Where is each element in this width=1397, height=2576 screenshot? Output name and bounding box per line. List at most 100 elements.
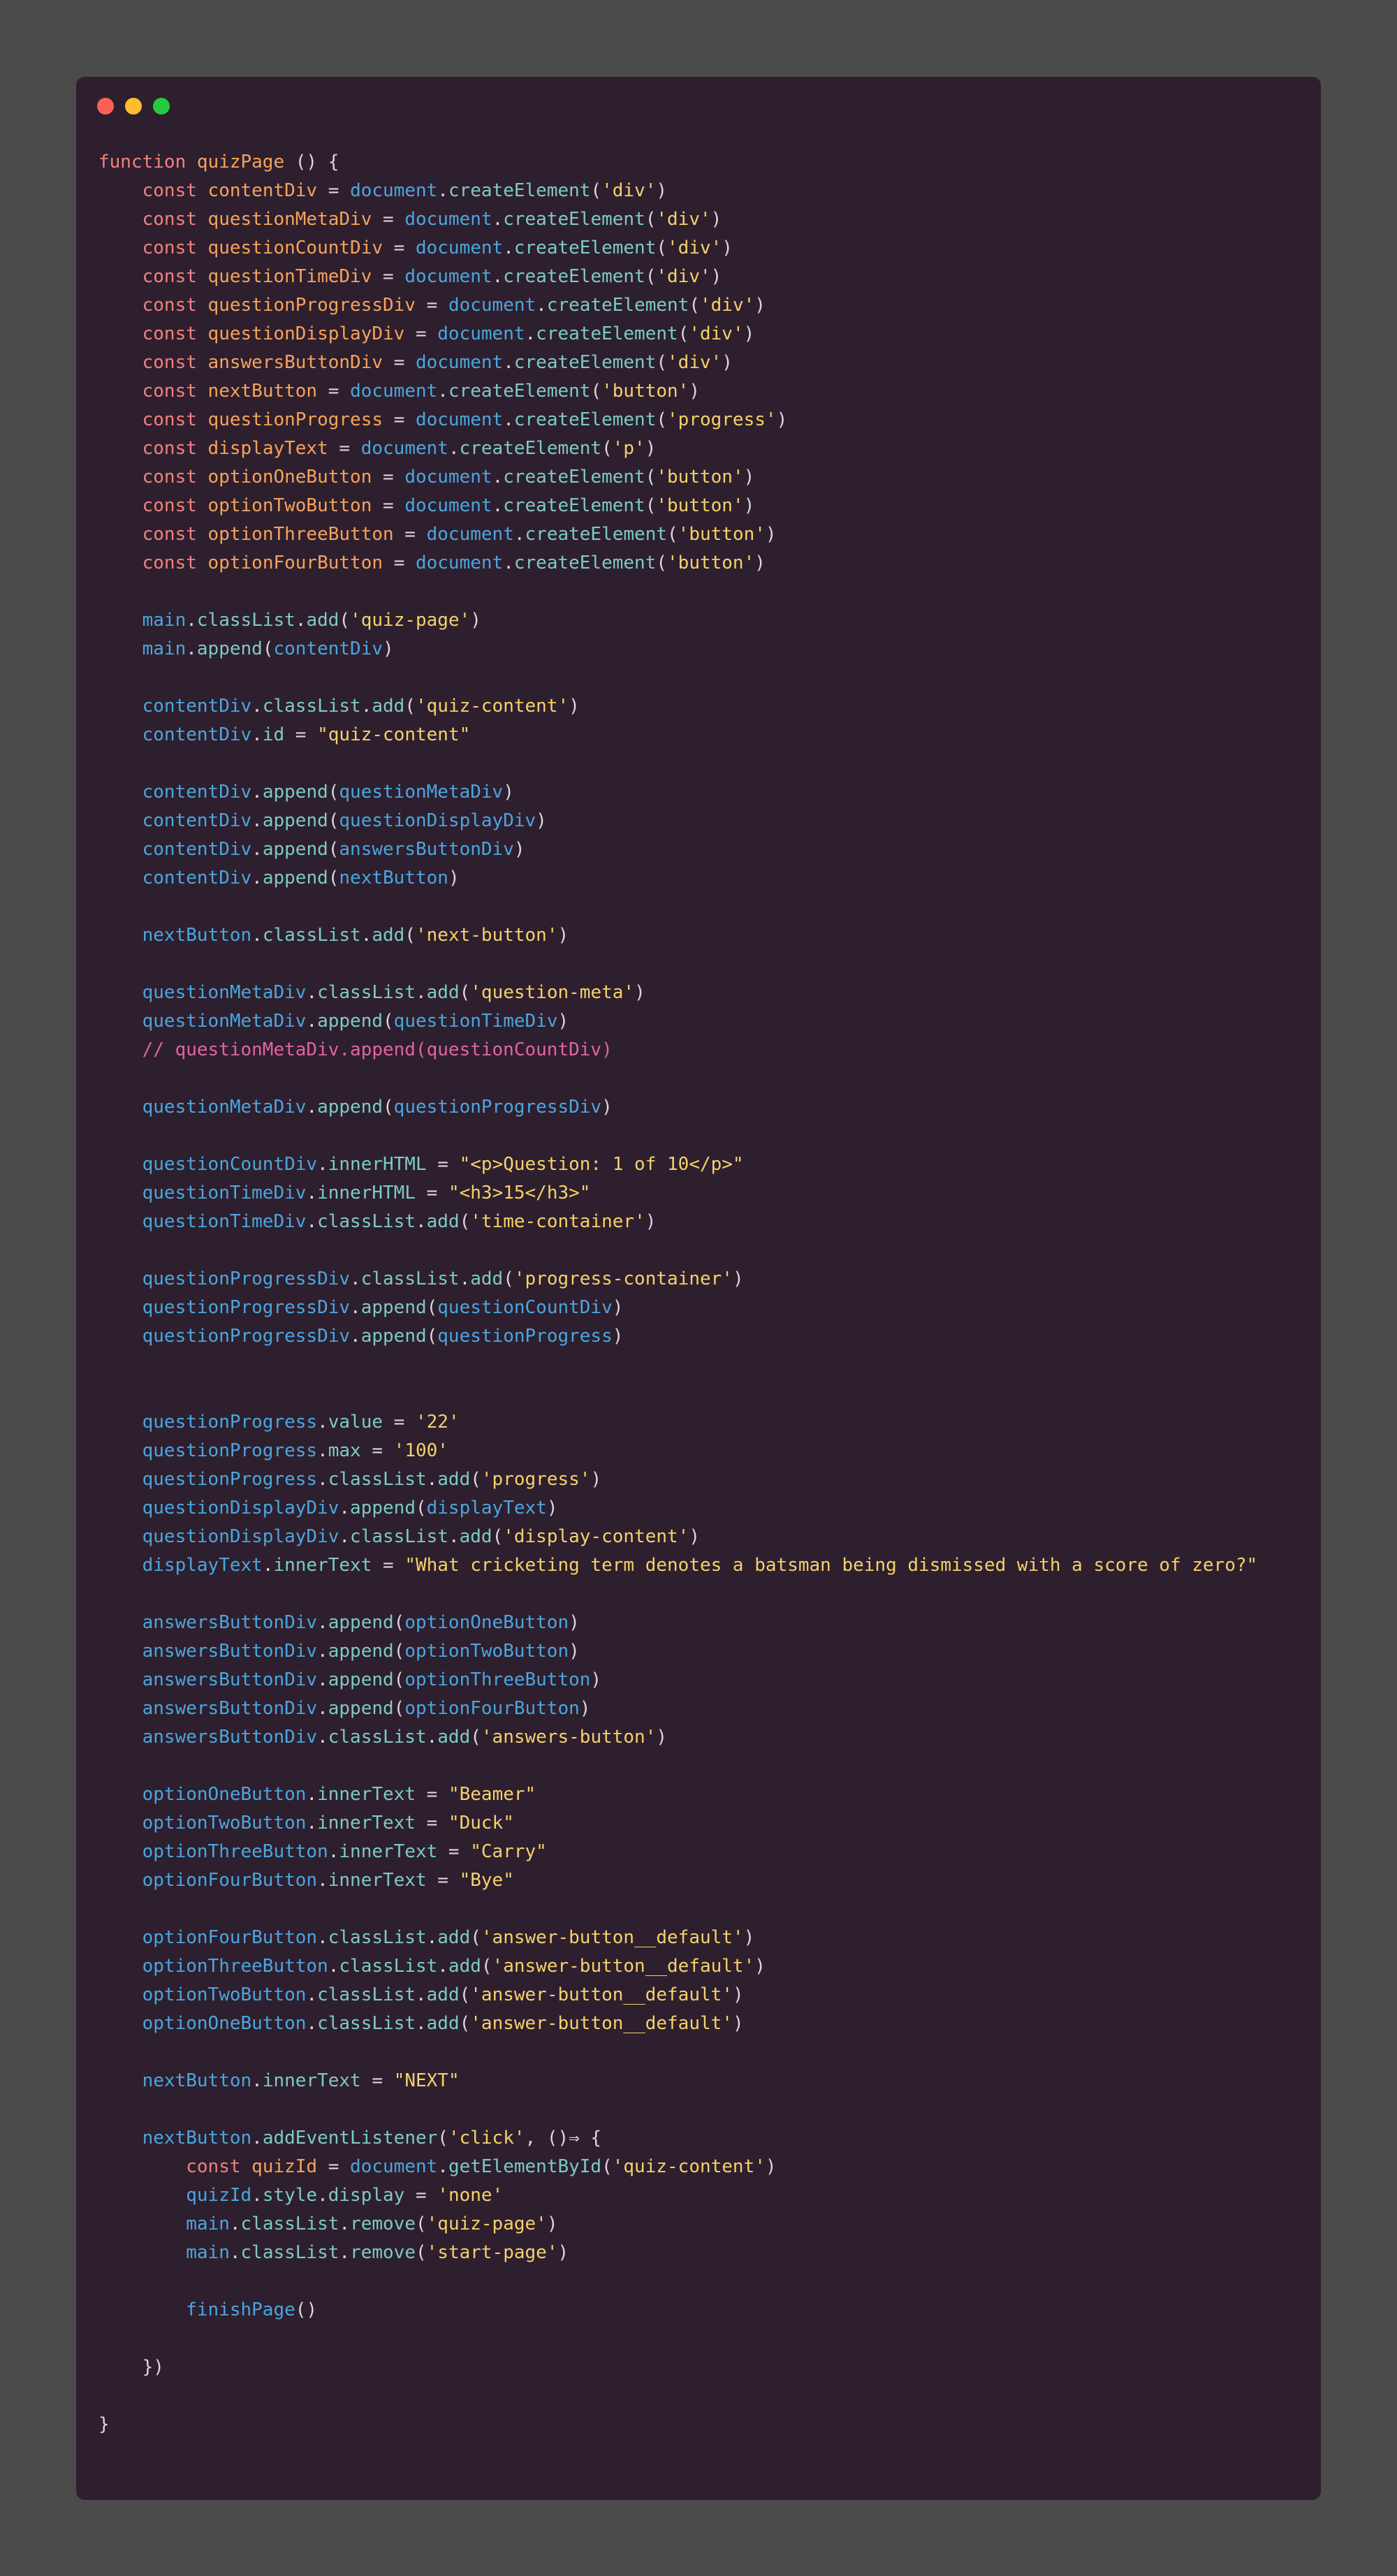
code-token: . <box>503 352 514 373</box>
code-token: ( <box>459 1211 471 1232</box>
code-token: . <box>415 1984 427 2005</box>
code-line: const questionProgress = document.create… <box>98 406 1300 434</box>
code-line: questionMetaDiv.append(questionTimeDiv) <box>98 1007 1300 1036</box>
code-token: . <box>415 2013 427 2034</box>
code-token: () <box>295 2299 318 2320</box>
code-token: questionCountDiv <box>437 1297 613 1318</box>
code-token: 'next-button' <box>416 925 558 946</box>
code-token: . <box>317 1154 328 1175</box>
code-token: . <box>295 610 307 631</box>
code-token: . <box>251 2070 263 2091</box>
code-token: ( <box>262 638 274 659</box>
code-token: 'button' <box>601 381 689 402</box>
code-token: innerText <box>317 1784 416 1805</box>
code-token: . <box>317 1727 328 1748</box>
code-token: questionMetaDiv <box>142 982 307 1003</box>
code-token: ) <box>754 295 766 316</box>
code-token: ( <box>601 2156 613 2177</box>
code-token: answersButtonDiv <box>142 1669 318 1690</box>
code-token: 'div' <box>656 266 711 287</box>
code-token: 'div' <box>656 209 711 230</box>
code-token: createElement <box>448 381 591 402</box>
code-token: append <box>360 1326 427 1347</box>
code-token: optionThreeButton <box>142 1841 328 1862</box>
code-token: add <box>426 1211 460 1232</box>
code-token: 'button' <box>667 552 755 573</box>
code-token: questionMetaDiv <box>339 782 504 803</box>
minimize-window-dot-icon[interactable] <box>125 98 142 115</box>
close-window-dot-icon[interactable] <box>97 98 114 115</box>
code-token: document <box>350 381 438 402</box>
code-line: const optionOneButton = document.createE… <box>98 463 1300 492</box>
code-token: ( <box>393 1669 405 1690</box>
code-token: . <box>415 1211 427 1232</box>
code-token: ( <box>383 1011 394 1032</box>
code-token: ) <box>645 1211 657 1232</box>
code-token: classList <box>317 1211 416 1232</box>
code-token: '22' <box>415 1412 460 1433</box>
code-token: 'display-content' <box>503 1526 689 1547</box>
code-token: ) <box>569 696 580 717</box>
code-line: const optionTwoButton = document.createE… <box>98 492 1300 520</box>
code-line: contentDiv.append(nextButton) <box>98 864 1300 893</box>
code-token: . <box>448 1526 460 1547</box>
code-token: createElement <box>513 237 657 258</box>
code-token: questionProgress <box>142 1440 318 1461</box>
code-token: const <box>142 180 208 201</box>
code-line: questionProgress.max = '100' <box>98 1437 1300 1465</box>
code-token: . <box>350 1326 361 1347</box>
code-token: . <box>251 925 263 946</box>
code-token: = <box>372 266 405 287</box>
code-token: 'answer-button__default' <box>492 1956 755 1977</box>
code-token: ) <box>536 810 547 831</box>
maximize-window-dot-icon[interactable] <box>153 98 170 115</box>
code-line: questionDisplayDiv.append(displayText) <box>98 1494 1300 1523</box>
code-token: document <box>350 180 438 201</box>
code-token: ) <box>601 1097 613 1118</box>
code-token: document <box>437 323 525 344</box>
code-token: ( <box>459 2013 471 2034</box>
code-token: ( <box>590 381 602 402</box>
code-token: innerText <box>317 1813 416 1834</box>
code-token: questionDisplayDiv <box>339 810 536 831</box>
code-token: "<p>Question: 1 of 10</p>" <box>459 1154 744 1175</box>
code-token: optionFourButton <box>142 1870 318 1891</box>
code-token: "Carry" <box>470 1841 547 1862</box>
code-token: classList <box>262 925 361 946</box>
code-token: classList <box>240 2213 339 2234</box>
code-line: answersButtonDiv.append(optionTwoButton) <box>98 1637 1300 1666</box>
code-token: optionOneButton <box>142 1784 307 1805</box>
code-token: optionTwoButton <box>207 495 372 516</box>
code-token: ( <box>415 1498 427 1518</box>
code-token: nextButton <box>142 2128 252 2149</box>
code-line: // questionMetaDiv.append(questionCountD… <box>98 1036 1300 1064</box>
code-token: = <box>383 237 416 258</box>
code-line: quizId.style.display = 'none' <box>98 2181 1300 2210</box>
code-token: createElement <box>536 323 678 344</box>
code-token: max <box>328 1440 361 1461</box>
code-token: . <box>426 1927 438 1948</box>
code-token: 'p' <box>612 438 645 459</box>
code-token: questionProgressDiv <box>142 1326 351 1347</box>
code-token: ) <box>656 1727 668 1748</box>
code-token: 'quiz-content' <box>416 696 569 717</box>
code-token: ( <box>426 1326 438 1347</box>
code-token: const <box>142 438 208 459</box>
